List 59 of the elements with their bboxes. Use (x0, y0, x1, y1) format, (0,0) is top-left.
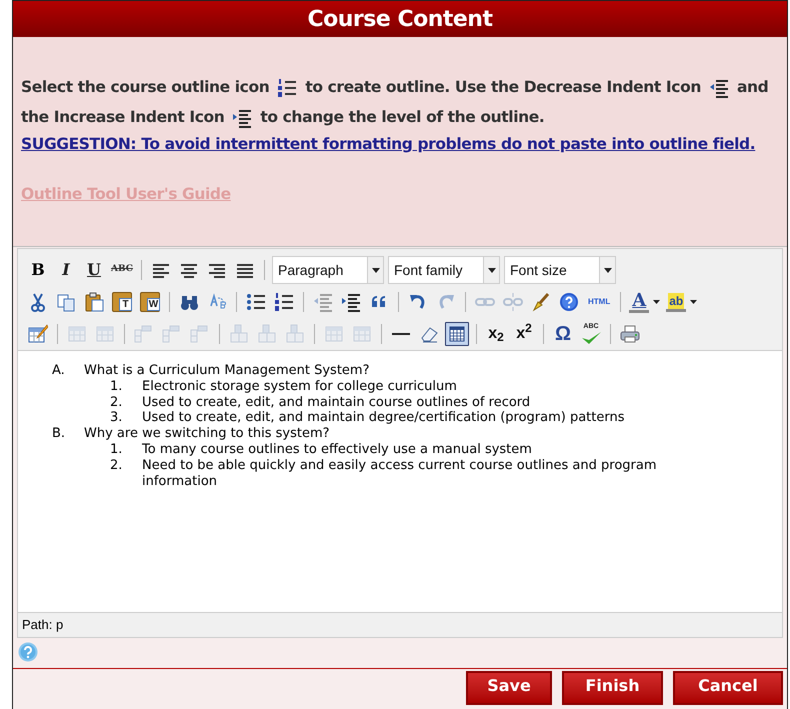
decrease-indent-icon (708, 78, 729, 98)
underline-button[interactable]: U (82, 258, 106, 282)
dropdown[interactable]: Font family (388, 256, 500, 284)
special-character-button[interactable]: Ω (551, 322, 575, 346)
numbered-list-icon[interactable] (274, 292, 294, 312)
dropdown[interactable]: Paragraph (272, 256, 384, 284)
instruction-text: to change the level of the outline. (260, 107, 544, 128)
caret-icon[interactable] (372, 268, 380, 272)
caret-icon[interactable] (690, 300, 698, 304)
table-edit-icon[interactable] (28, 324, 48, 344)
outline-item: Need to be able quickly and easily access current course outlines and program information (142, 458, 658, 490)
scissors-icon[interactable] (28, 292, 48, 312)
copy-icon[interactable] (56, 292, 76, 312)
instruction-text: and (736, 77, 768, 98)
help-icon[interactable] (559, 292, 579, 312)
instruction-text: to create outline. Use the Decrease Indent Icon (305, 77, 701, 98)
bulleted-list-icon[interactable] (246, 292, 266, 312)
outline-item: Used to create, edit, and maintain course outlines of record (142, 394, 532, 410)
numbered-list-icon (277, 78, 298, 98)
list-marker: 1. (110, 378, 124, 395)
outline-item: Why are we switching to this system? (84, 426, 331, 442)
outline-item: Electronic storage system for college curriculum (142, 378, 458, 395)
list-marker: 3. (110, 410, 124, 426)
italic-button[interactable]: I (54, 258, 78, 282)
dropdown[interactable]: Font size (504, 256, 616, 284)
script-button[interactable]: x$^{2}$ (512, 322, 536, 346)
increase-indent-icon[interactable] (341, 292, 361, 312)
path-status: Path: p (22, 616, 64, 634)
outline-item: Used to create, edit, and maintain degree/certification (program) patterns (142, 410, 626, 426)
suggestion-link[interactable]: SUGGESTION: To avoid intermittent formatting problems do not paste into outline field. (21, 133, 756, 155)
checkmark-icon (580, 331, 602, 345)
list-marker: A. (52, 363, 66, 379)
outline-item: To many course outlines to effectively use a manual system (142, 442, 533, 458)
increase-indent-icon (232, 108, 252, 128)
list-marker: 2. (110, 458, 124, 475)
printer-icon[interactable] (620, 324, 640, 344)
strikethrough-button[interactable]: ABC (110, 258, 134, 282)
list-marker: 2. (110, 394, 124, 410)
panel-title: Course Content (308, 6, 492, 34)
instruction-text: the Increase Indent Icon (21, 107, 224, 128)
clipboard-icon[interactable] (84, 292, 104, 312)
text-color-button[interactable]: A (628, 290, 662, 314)
caret-icon[interactable] (488, 268, 496, 272)
paste-button[interactable]: T (110, 290, 134, 314)
list-marker: B. (52, 426, 66, 442)
highlight-color-button[interactable]: ab (665, 290, 698, 314)
brush-icon[interactable] (531, 292, 551, 312)
caret-icon[interactable] (604, 268, 612, 272)
action-button[interactable]: Finish (562, 671, 663, 705)
instruction-text: Select the course outline icon (21, 77, 270, 98)
list-marker: 1. (110, 442, 124, 458)
script-button[interactable]: x$_{2}$ (484, 322, 508, 346)
caret-icon[interactable] (653, 300, 660, 304)
paste-button[interactable]: W (138, 290, 162, 314)
action-button[interactable]: Save (466, 671, 552, 705)
action-button[interactable]: Cancel (673, 671, 783, 705)
html-button[interactable]: HTML (585, 290, 614, 314)
bold-button[interactable]: B (26, 258, 50, 282)
outline-item: What is a Curriculum Management System? (84, 363, 370, 379)
